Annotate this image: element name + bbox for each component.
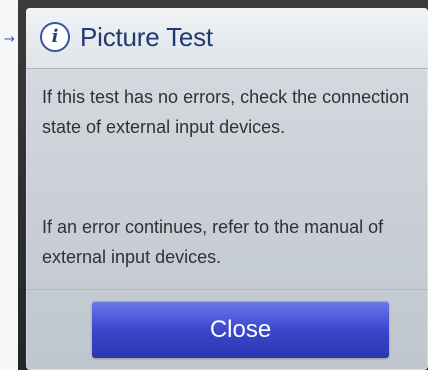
message-no-errors: If this test has no errors, check the co… xyxy=(42,82,412,142)
info-icon: i xyxy=(40,22,70,52)
button-divider xyxy=(26,289,428,290)
message-error-continues-line-1: If an error continues, refer to the manu… xyxy=(42,217,384,237)
message-error-continues-line-2: external input devices. xyxy=(42,247,222,267)
dialog-title-bar: i Picture Test xyxy=(26,8,428,69)
message-no-errors-line-2: state of external input devices. xyxy=(42,117,286,137)
picture-test-dialog: i Picture Test If this test has no error… xyxy=(26,8,428,370)
tv-screen: i Picture Test If this test has no error… xyxy=(18,0,428,370)
message-error-continues: If an error continues, refer to the manu… xyxy=(42,212,412,272)
pointer-arrow-icon: → xyxy=(4,32,15,47)
close-button[interactable]: Close xyxy=(92,301,389,358)
message-no-errors-line-1: If this test has no errors, check the co… xyxy=(42,87,410,107)
dialog-title: Picture Test xyxy=(80,22,213,52)
